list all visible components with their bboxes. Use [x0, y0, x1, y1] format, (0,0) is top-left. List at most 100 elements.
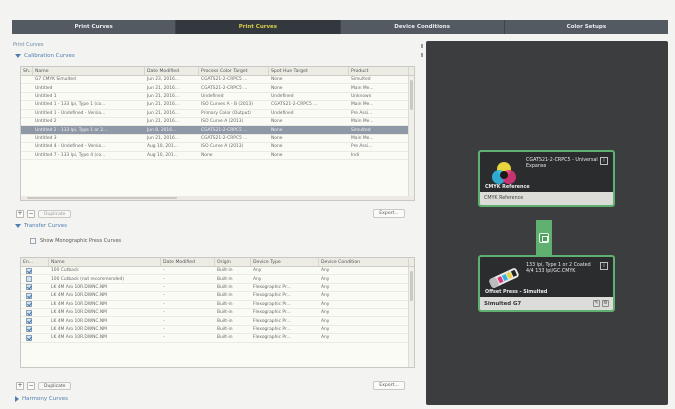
table-row[interactable]: LK 4M Aro 10R.DWNC.NM - Built-in Flexograph…: [21, 317, 414, 326]
column-header[interactable]: Device Type: [251, 258, 319, 266]
table-row[interactable]: Untitled 2 - 133 lpi, Type 1 or 2... Jun …: [21, 126, 414, 135]
cmyk-reference-card[interactable]: CGATS21-2-CRPC5 - Universal Expanse i CM…: [478, 150, 615, 207]
table-row[interactable]: Untitled 3 Jun 21, 2016... CGATS21-2-CRPC5…: [21, 135, 414, 144]
table-cell: Built-in: [217, 335, 233, 341]
table-row[interactable]: Untitled 1 - Undefined - Versio... Jun 21…: [21, 110, 414, 118]
table-cell: Flexographic Pr...: [253, 335, 291, 341]
transfer-controls: + − Duplicate: [16, 382, 72, 390]
column-header[interactable]: En...: [21, 258, 49, 266]
info-icon[interactable]: i: [600, 262, 608, 270]
collapse-triangle-icon[interactable]: [15, 224, 21, 228]
harmony-section-header[interactable]: Harmony Curves: [15, 396, 68, 402]
enabled-cell: [21, 301, 49, 308]
table-row[interactable]: Untitled 1 - 133 lpi, Type 1 (co... Jun 2…: [21, 101, 414, 110]
tab-print-curves-active[interactable]: Print Curves: [176, 20, 341, 34]
table-cell: Indi: [351, 152, 360, 158]
settings-icon[interactable]: ⚙: [602, 300, 609, 307]
collapse-triangle-icon[interactable]: [15, 54, 21, 58]
enabled-checkbox[interactable]: [26, 326, 32, 333]
table-cell: Undefined: [201, 93, 224, 99]
column-header[interactable]: Device Condition: [319, 258, 409, 266]
table-row[interactable]: LK 4M Aro 10R.DWNC.NM - Built-in Flexograph…: [21, 326, 414, 335]
table-row[interactable]: Untitled 4 - Undefined - Versio... Aug 10…: [21, 143, 414, 152]
enabled-checkbox[interactable]: [26, 284, 32, 291]
add-button[interactable]: +: [16, 382, 24, 390]
table-row[interactable]: Untitled 2 Jun 21, 2016... ISO Curve A (20…: [21, 118, 414, 127]
offset-press-card[interactable]: 133 lpi, Type 1 or 2 Coated 4/4 133 lpi/…: [478, 255, 615, 312]
table-row[interactable]: Untitled 7 - 133 lpi, Type 4 (co... Aug 1…: [21, 152, 414, 160]
enabled-checkbox[interactable]: [26, 267, 32, 274]
column-header[interactable]: Sh...: [21, 67, 33, 75]
enabled-checkbox[interactable]: [26, 276, 32, 283]
table-cell: Jun 21, 2016...: [147, 135, 179, 141]
splitter-grip[interactable]: [421, 53, 423, 57]
calibration-table: Sh... Name Date Modified Process Color T…: [20, 66, 415, 201]
column-header[interactable]: Date Modified: [145, 67, 199, 75]
table-cell: Any: [321, 284, 330, 290]
link-icon[interactable]: [539, 233, 549, 243]
calibration-scrollbar[interactable]: [408, 76, 414, 200]
duplicate-button[interactable]: Duplicate: [38, 382, 72, 390]
edit-icon[interactable]: ✎: [593, 300, 600, 307]
calibration-section-header[interactable]: Calibration Curves: [15, 53, 75, 59]
enabled-checkbox[interactable]: [26, 292, 32, 299]
enabled-checkbox[interactable]: [26, 301, 32, 308]
calibration-hscrollbar[interactable]: [21, 196, 414, 200]
table-cell: Built-in: [217, 326, 233, 332]
table-row[interactable]: LK 4M Aro 10R.DWNC.NM - Built-in Flexograph…: [21, 334, 414, 343]
table-cell: Flexographic Pr...: [253, 326, 291, 332]
column-header[interactable]: Name: [49, 258, 161, 266]
table-row[interactable]: LK 4M Aro 10R.DWNC.NM - Built-in Flexograph…: [21, 284, 414, 293]
table-row[interactable]: LK 4M Aro 10R.DWNC.NM - Built-in Flexograph…: [21, 301, 414, 309]
calibration-controls: + − Duplicate: [16, 210, 72, 218]
table-row[interactable]: LK 4M Aro 10R.DWNC.NM - Built-in Flexograph…: [21, 309, 414, 318]
duplicate-button[interactable]: Duplicate: [38, 210, 72, 218]
table-row[interactable]: LK 4M Aro 10R.DWNC.NM - Built-in Flexograph…: [21, 292, 414, 301]
enabled-cell: [21, 309, 49, 316]
table-row[interactable]: G7 CMYK Simulted Jun 23, 2016... CGATS21-2…: [21, 76, 414, 85]
column-header[interactable]: Product: [349, 67, 409, 75]
table-cell: [21, 126, 33, 133]
table-cell: Untitled 1 - Undefined - Versio...: [35, 110, 106, 116]
remove-button[interactable]: −: [27, 382, 35, 390]
table-cell: Untitled 1: [35, 93, 57, 99]
enabled-cell: [21, 292, 49, 299]
table-cell: None: [271, 127, 283, 133]
enabled-checkbox[interactable]: [26, 334, 32, 341]
transfer-scrollbar[interactable]: [408, 267, 414, 367]
table-row[interactable]: 100 Cutback - Built-in Any Any: [21, 267, 414, 276]
show-monographic-checkbox[interactable]: [30, 238, 36, 244]
show-monographic-row[interactable]: Show Monographic Press Curves: [30, 238, 121, 244]
column-header[interactable]: Spot Hue Target: [269, 67, 349, 75]
tab-print-curves-1[interactable]: Print Curves: [12, 20, 177, 34]
column-header[interactable]: Process Color Target: [199, 67, 269, 75]
column-header[interactable]: Date Modified: [161, 258, 215, 266]
splitter-grip[interactable]: [421, 44, 423, 48]
tab-color-setups[interactable]: Color Setups: [505, 20, 668, 34]
table-cell: Pre Assi...: [351, 110, 373, 116]
transfer-section-header[interactable]: Transfer Curves: [15, 223, 67, 229]
add-button[interactable]: +: [16, 210, 24, 218]
export-button[interactable]: Export...: [373, 381, 405, 390]
table-cell: [21, 135, 33, 142]
remove-button[interactable]: −: [27, 210, 35, 218]
card-title: CGATS21-2-CRPC5 - Universal Expanse: [526, 158, 598, 169]
table-cell: Undefined: [271, 93, 294, 99]
column-header[interactable]: Name: [33, 67, 145, 75]
table-row[interactable]: Untitled Jun 21, 2016... CGATS21-2-CRPC5 .…: [21, 84, 414, 93]
table-cell: Main Me...: [351, 135, 374, 141]
enabled-checkbox[interactable]: [26, 318, 32, 325]
table-cell: ISO Curve A (2013): [201, 119, 244, 125]
table-cell: Built-in: [217, 310, 233, 316]
expand-triangle-icon[interactable]: [15, 396, 19, 402]
enabled-checkbox[interactable]: [26, 309, 32, 316]
column-header[interactable]: Origin: [215, 258, 251, 266]
table-row[interactable]: Untitled 1 Jun 21, 2016... Undefined Undefi…: [21, 93, 414, 102]
table-cell: Pre Assi...: [351, 144, 373, 150]
export-button[interactable]: Export...: [373, 209, 405, 218]
enabled-cell: [21, 334, 49, 341]
table-row[interactable]: 100 Cutback (not recommended) - Built-in An…: [21, 275, 414, 284]
info-icon[interactable]: i: [600, 157, 608, 165]
transfer-heading: Transfer Curves: [24, 223, 67, 229]
tab-device-conditions[interactable]: Device Conditions: [341, 20, 505, 34]
